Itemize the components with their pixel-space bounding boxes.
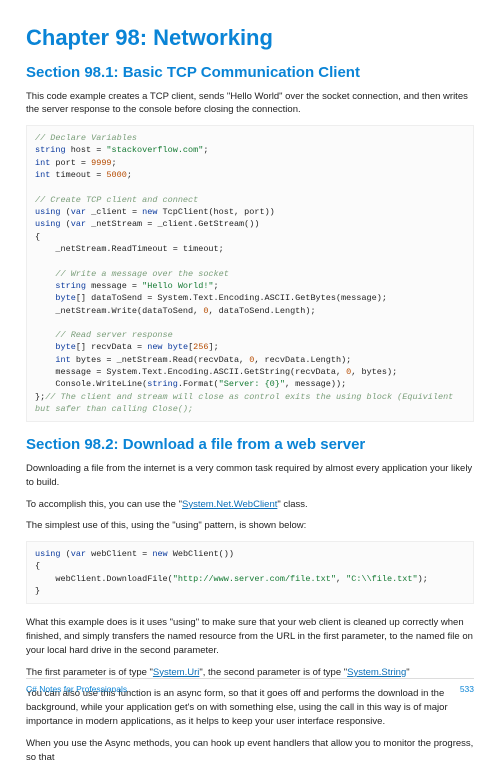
section-2-p4: What this example does is it uses "using…: [26, 616, 474, 657]
code-block-2: using (var webClient = new WebClient()) …: [26, 541, 474, 604]
system-uri-link[interactable]: System.Uri: [153, 667, 199, 678]
section-1-title: Section 98.1: Basic TCP Communication Cl…: [26, 62, 474, 84]
section-2-title: Section 98.2: Download a file from a web…: [26, 434, 474, 456]
chapter-title: Chapter 98: Networking: [26, 22, 474, 54]
section-2-p2: To accomplish this, you can use the "Sys…: [26, 498, 474, 512]
footer-left: C# Notes for Professionals: [26, 683, 127, 695]
section-2-p1: Downloading a file from the internet is …: [26, 462, 474, 490]
page-footer: C# Notes for Professionals 533: [26, 678, 474, 695]
code-block-1: // Declare Variables string host = "stac…: [26, 125, 474, 422]
section-1-intro: This code example creates a TCP client, …: [26, 90, 474, 118]
section-2-p3: The simplest use of this, using the "usi…: [26, 519, 474, 533]
footer-page-number: 533: [460, 683, 474, 695]
system-string-link[interactable]: System.String: [347, 667, 406, 678]
webclient-link[interactable]: System.Net.WebClient: [182, 499, 277, 510]
section-2-p7: When you use the Async methods, you can …: [26, 737, 474, 764]
